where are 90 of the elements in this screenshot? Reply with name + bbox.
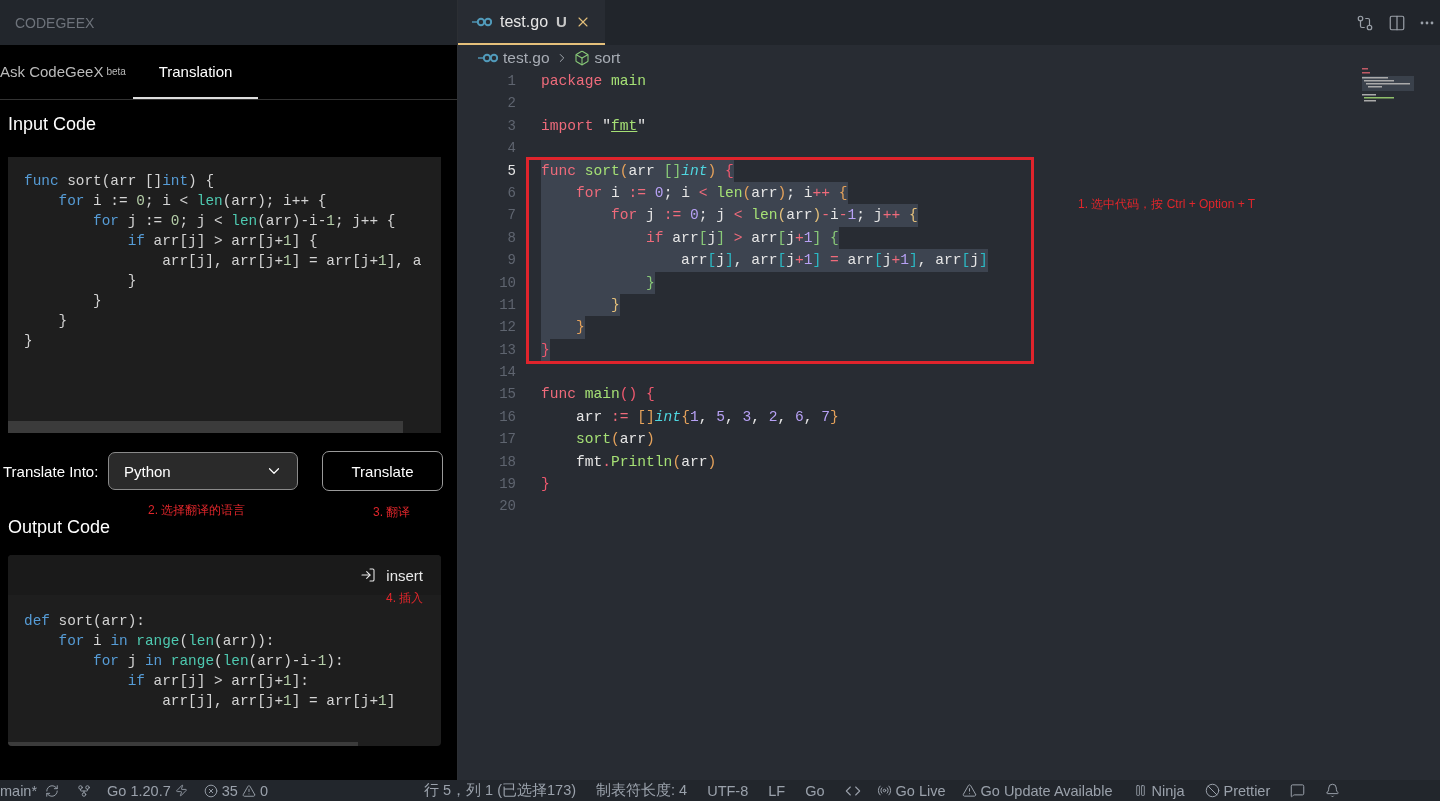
line-number: 18 [498,452,516,472]
cursor-status[interactable]: 行 5，列 1 (已选择173) [424,781,577,800]
code-line: arr := []int{1, 5, 3, 2, 6, 7} [575,407,839,427]
line-number: 1 [506,72,516,91]
line-number: 17 [498,430,516,450]
line-number: 8 [506,228,516,248]
more-icon [1420,20,1434,25]
line-number: 5 [506,161,516,181]
line-number: 2 [506,94,516,114]
cube-icon [573,49,590,66]
panel-title: CODEGEEX [0,0,457,45]
line-number: 6 [506,183,516,203]
file-status: U [556,13,567,30]
annotation-text: 1. 选中代码，按 Ctrl + Option + T [1078,196,1256,213]
line-number: 16 [498,407,516,427]
branch-status[interactable]: main* [0,782,38,799]
code-line: func sort(arr []int) { [24,172,216,191]
go-file-icon [472,16,492,27]
code-line: if arr[j] > arr[j+1] { [126,232,319,251]
code-line: fmt.Println(arr) [575,452,717,472]
split-editor-icon [1388,13,1406,32]
line-number: 7 [506,206,516,226]
panel-tab[interactable]: Translation [133,45,258,99]
warning-icon [241,783,256,798]
code-line: for i := 0; i < len(arr); i++ { [57,192,328,211]
annotation-text: 2. 选择翻译的语言 [148,502,246,519]
section-heading: Input Code [8,114,97,136]
error-icon [203,783,218,798]
eol-status[interactable]: LF [768,782,786,799]
line-number: 14 [498,363,516,383]
compare-icon [1356,13,1374,32]
breadcrumb-item[interactable]: test.go [503,48,550,67]
language-status[interactable]: Go [805,782,825,799]
insert-icon [360,567,377,583]
warning-icon [961,783,977,798]
code-line: for i in range(len(arr)): [57,632,276,651]
code-line: func main() { [541,385,655,405]
code-line: for j := 0; j < len(arr)-i-1; j++ { [92,212,397,231]
line-number: 20 [498,497,516,517]
line-number: 9 [506,251,516,271]
feedback-icon [1290,783,1306,798]
ninja-status[interactable]: Ninja [1134,782,1185,799]
code-line: } [541,475,550,495]
line-number: 11 [498,295,516,315]
section-heading: Output Code [8,517,111,539]
code-line: } [24,332,34,351]
sync-icon [45,783,60,798]
code-line: arr[j], arr[j+1] = arr[j+1] [161,692,397,711]
broadcast-icon [876,783,892,798]
code-line: if arr[j] > arr[j+1]: [126,672,310,691]
branch-icon [77,783,92,798]
breadcrumb-item[interactable]: sort [594,48,621,67]
translate-button[interactable]: Translate [322,451,443,491]
code-line: arr[j], arr[j+1] = arr[j+1], a [161,252,423,271]
annotation-text: 4. 插入 [386,590,424,607]
go-update-status[interactable]: Go Update Available [961,782,1113,799]
ban-icon [1204,783,1220,798]
language-select[interactable]: Python [108,452,298,490]
encoding-status[interactable]: UTF-8 [707,782,749,799]
tab-title: test.go [500,12,549,31]
code-line: for j in range(len(arr)-i-1): [92,652,345,671]
go-live-status[interactable]: Go Live [876,782,946,799]
code-line: package main [541,72,647,91]
code-line: } [126,272,138,291]
bell-icon [1325,783,1341,798]
line-number: 12 [498,318,516,338]
annotation-text: 3. 翻译 [373,504,411,521]
code-line: sort(arr) [575,430,655,450]
line-number: 3 [506,116,516,136]
line-number: 4 [506,139,516,159]
pause-icon [1134,784,1148,797]
prettier-status[interactable]: Prettier [1204,782,1271,799]
code-line: import "fmt" [541,116,647,136]
insert-button[interactable]: insert [360,566,423,584]
line-number: 15 [498,385,516,405]
lightning-icon [174,784,188,797]
scrollbar[interactable] [8,421,403,433]
editor-tab[interactable]: test.go U [458,0,605,45]
code-line: } [57,312,69,331]
problems-status[interactable]: 35 0 [203,782,268,799]
go-file-icon [478,52,498,63]
line-number: 13 [498,340,516,360]
line-number: 10 [498,273,516,293]
code-line: } [92,292,103,311]
code-line: def sort(arr): [24,612,146,631]
line-number: 19 [498,475,516,495]
field-label: Translate Into: [3,462,100,480]
tab-size-status[interactable]: 制表符长度: 4 [596,781,688,800]
panel-tab[interactable]: Ask CodeGeeX $^{beta}$ [0,45,133,99]
go-version-status[interactable]: Go 1.20.7 [107,782,188,799]
